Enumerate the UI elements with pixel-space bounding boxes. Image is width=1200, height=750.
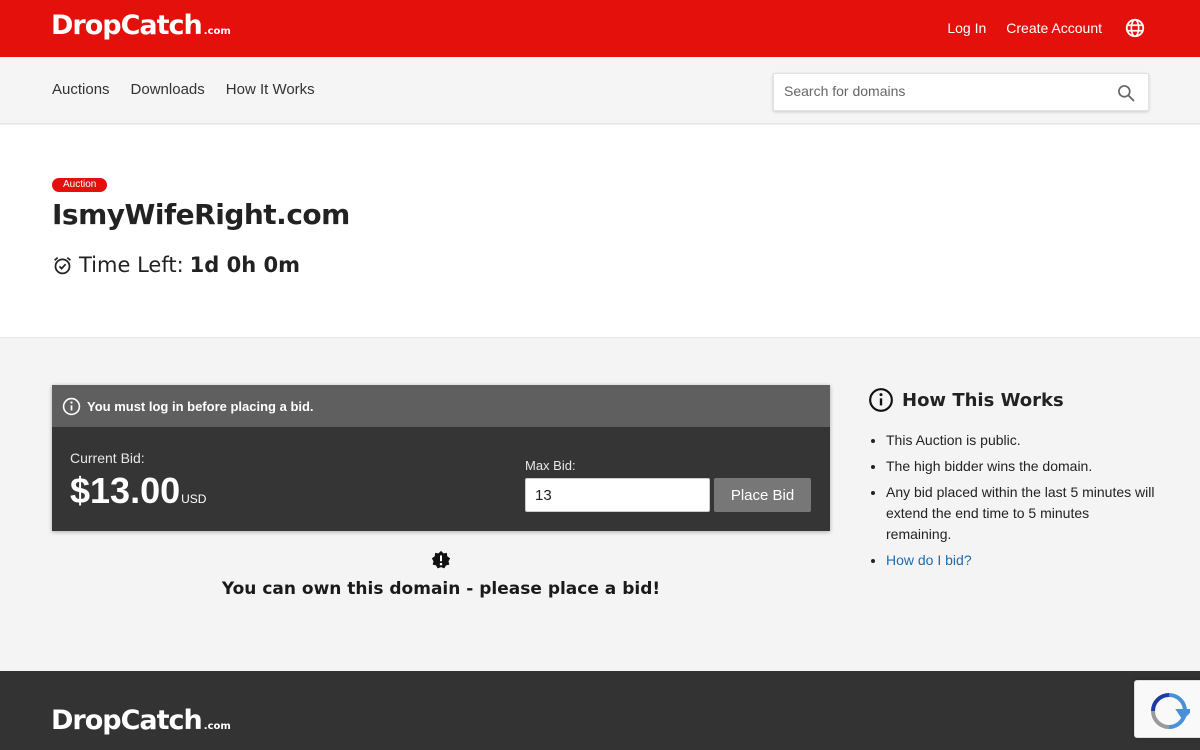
logo-text: DropCatch <box>51 10 203 41</box>
footer-logo-text: DropCatch <box>51 705 203 736</box>
domain-title: IsmyWifeRight.com <box>52 198 350 231</box>
bid-panel: You must log in before placing a bid. Cu… <box>52 385 830 531</box>
time-left: Time Left: 1d 0h 0m <box>52 253 300 277</box>
current-bid-label: Current Bid: <box>70 450 145 466</box>
how-this-works: How This Works This Auction is public. T… <box>868 387 1158 576</box>
own-domain-text: You can own this domain - please place a… <box>221 579 661 599</box>
max-bid-input[interactable] <box>525 478 710 512</box>
own-domain-message: You can own this domain - please place a… <box>52 550 830 599</box>
search-icon[interactable] <box>1116 83 1136 103</box>
login-alert-text: You must log in before placing a bid. <box>87 398 314 414</box>
list-item: How do I bid? <box>886 550 1158 571</box>
auction-badge: Auction <box>52 178 108 192</box>
list-item: Any bid placed within the last 5 minutes… <box>886 482 1158 545</box>
place-bid-button[interactable]: Place Bid <box>714 478 811 512</box>
time-left-value: 1d 0h 0m <box>189 253 300 277</box>
logo-suffix: .com <box>203 26 231 37</box>
how-title-text: How This Works <box>902 389 1064 411</box>
footer-logo[interactable]: DropCatch .com <box>51 706 231 742</box>
list-item: This Auction is public. <box>886 430 1158 451</box>
nav-downloads[interactable]: Downloads <box>131 80 205 100</box>
search-box <box>773 73 1149 111</box>
login-link[interactable]: Log In <box>947 18 986 38</box>
list-item: The high bidder wins the domain. <box>886 456 1158 477</box>
max-bid-label: Max Bid: <box>525 458 576 473</box>
footer: DropCatch .com <box>0 671 1200 750</box>
nav-how-it-works[interactable]: How It Works <box>226 80 315 100</box>
info-icon <box>62 397 81 415</box>
how-list: This Auction is public. The high bidder … <box>868 430 1158 571</box>
auction-header: Auction IsmyWifeRight.com Time Left: 1d … <box>0 125 1200 338</box>
how-this-works-title: How This Works <box>868 387 1158 413</box>
time-left-label: Time Left: <box>79 253 184 277</box>
nav-auctions[interactable]: Auctions <box>52 80 110 100</box>
alarm-clock-icon <box>54 256 71 274</box>
current-bid-amount: $13.00USD <box>70 469 206 521</box>
login-alert: You must log in before placing a bid. <box>52 385 830 427</box>
globe-icon[interactable] <box>1124 17 1146 39</box>
recaptcha-badge[interactable] <box>1134 680 1200 738</box>
search-input[interactable] <box>784 83 1104 99</box>
create-account-link[interactable]: Create Account <box>1006 18 1102 38</box>
top-bar: DropCatch .com Log In Create Account <box>0 0 1200 57</box>
dropcatch-logo[interactable]: DropCatch .com <box>51 11 231 47</box>
how-do-i-bid-link[interactable]: How do I bid? <box>886 552 972 568</box>
currency-label: USD <box>181 492 207 506</box>
footer-logo-suffix: .com <box>203 721 231 732</box>
alert-badge-icon <box>431 550 451 569</box>
info-icon <box>869 388 893 412</box>
current-bid-value: $13.00 <box>70 470 181 511</box>
nav-bar: Auctions Downloads How It Works <box>0 57 1200 124</box>
recaptcha-icon <box>1151 693 1190 729</box>
